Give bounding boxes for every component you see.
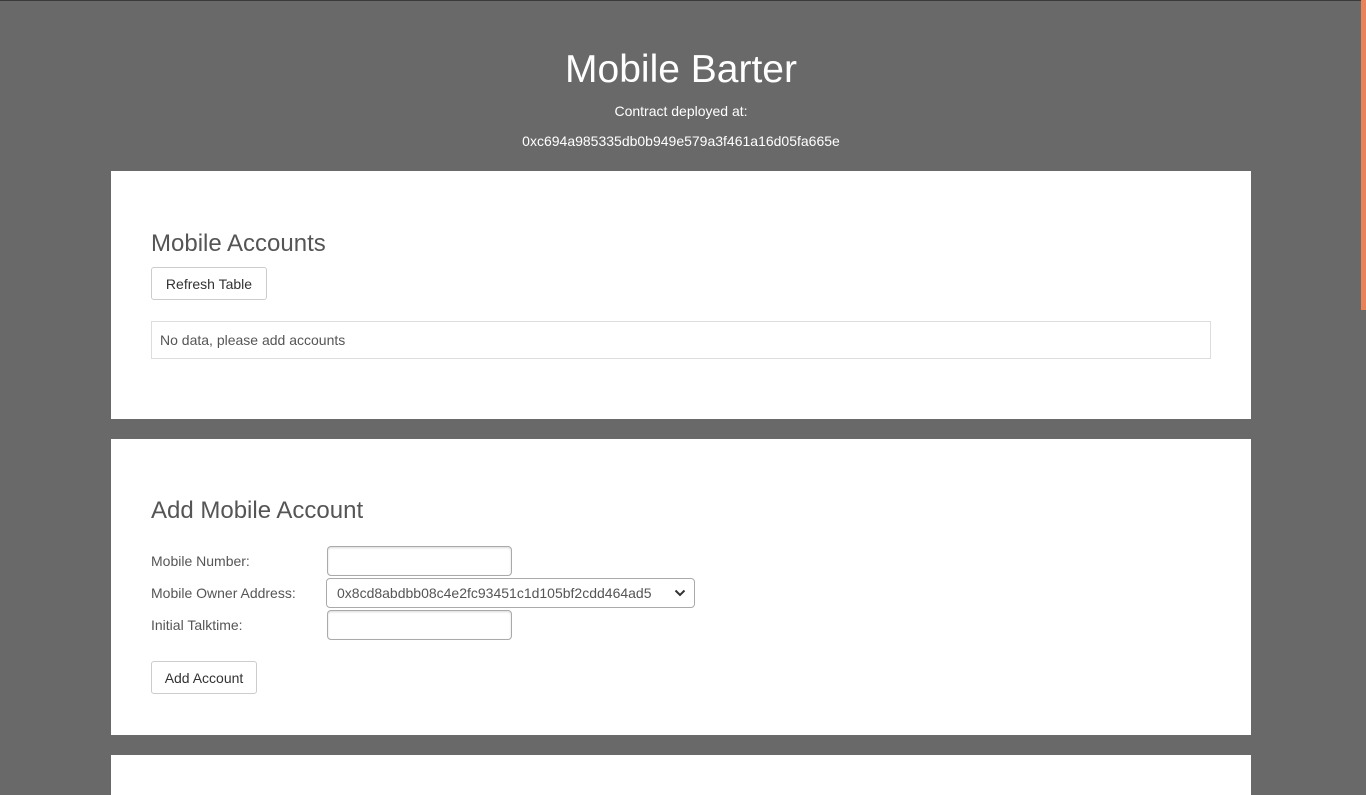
scrollbar-thumb[interactable] (1361, 0, 1366, 310)
add-mobile-account-card: Add Mobile Account Mobile Number: Mobile… (111, 439, 1251, 735)
contract-address: 0xc694a985335db0b949e579a3f461a16d05fa66… (522, 133, 840, 149)
owner-address-select[interactable]: 0x8cd8abdbb08c4e2fc93451c1d105bf2cdd464a… (326, 578, 695, 608)
add-account-button[interactable]: Add Account (151, 661, 257, 694)
owner-address-selected-value: 0x8cd8abdbb08c4e2fc93451c1d105bf2cdd464a… (337, 585, 652, 601)
accounts-table: No data, please add accounts (151, 321, 1211, 359)
refresh-table-button[interactable]: Refresh Table (151, 267, 267, 300)
empty-table-message: No data, please add accounts (160, 332, 346, 348)
owner-address-label: Mobile Owner Address: (151, 585, 296, 601)
page-title: Mobile Barter (565, 48, 797, 91)
mobile-number-input[interactable] (327, 546, 512, 576)
mobile-accounts-heading: Mobile Accounts (151, 230, 326, 257)
mobile-accounts-card: Mobile Accounts Refresh Table No data, p… (111, 171, 1251, 419)
chevron-down-icon (674, 589, 686, 597)
mobile-number-label: Mobile Number: (151, 553, 250, 569)
contract-deployed-label: Contract deployed at: (614, 103, 748, 119)
initial-talktime-label: Initial Talktime: (151, 617, 243, 633)
window-top-border (0, 0, 1366, 1)
initial-talktime-input[interactable] (327, 610, 512, 640)
next-card (111, 755, 1251, 795)
add-mobile-account-heading: Add Mobile Account (151, 497, 364, 524)
